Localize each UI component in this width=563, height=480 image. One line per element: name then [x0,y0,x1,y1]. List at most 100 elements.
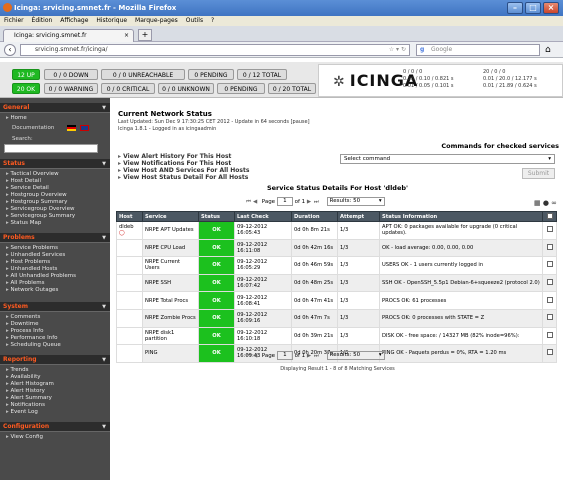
row-checkbox[interactable] [546,226,553,233]
row-checkbox[interactable] [546,331,553,338]
results-select[interactable]: Results: 50 [326,351,385,360]
services-pending-badge[interactable]: 0 PENDING [217,83,265,94]
prev-page-icon[interactable]: ◀ [253,351,260,361]
service-cell[interactable]: NRPE disk1 partition [142,326,199,346]
flag-de-icon[interactable] [67,125,76,131]
col-select-all[interactable] [542,211,557,222]
sidebar-item-servicegroup-overview[interactable]: Servicegroup Overview [6,206,75,213]
sidebar-item-unhandled-services[interactable]: Unhandled Services [6,252,66,259]
sidebar-section-system[interactable]: System ▼ [0,302,110,312]
sidebar-item-trends[interactable]: Trends [6,367,29,374]
service-cell[interactable]: PING [142,344,199,363]
maximize-button[interactable]: □ [525,2,541,14]
menu-view[interactable]: Affichage [60,17,88,24]
first-page-icon[interactable]: ⏮ [246,197,253,207]
service-cell[interactable]: NRPE SSH [142,273,199,293]
sidebar-item-downtime[interactable]: Downtime [6,321,39,328]
sidebar-section-reporting[interactable]: Reporting ▼ [0,355,110,365]
sidebar-item-service-detail[interactable]: Service Detail [6,185,49,192]
home-icon[interactable]: ⌂ [545,44,551,56]
col-service[interactable]: Service [142,211,199,222]
menu-tools[interactable]: Outils [186,17,203,24]
sidebar-section-configuration[interactable]: Configuration ▼ [0,422,110,432]
services-critical-badge[interactable]: 0 / 0 CRITICAL [101,83,155,94]
sidebar-item-availability[interactable]: Availability [6,374,41,381]
last-page-icon[interactable]: ⏭ [314,351,321,361]
services-unknown-badge[interactable]: 0 / 0 UNKNOWN [158,83,214,94]
search-bar[interactable]: g Google [416,44,540,56]
col-attempt[interactable]: Attempt [337,211,380,222]
sidebar-section-general[interactable]: General ▼ [0,103,110,113]
results-select[interactable]: Results: 50 [326,197,385,206]
sidebar-item-service-problems[interactable]: Service Problems [6,245,58,252]
link-alert-history[interactable]: View Alert History For This Host [118,153,231,160]
row-checkbox[interactable] [546,279,553,286]
menu-help[interactable]: ? [211,17,214,24]
sidebar-item-tactical[interactable]: Tactical Overview [6,171,59,178]
col-host[interactable]: Host [116,211,143,222]
back-button[interactable]: ‹ [4,44,16,56]
table-tool-icons[interactable]: ▦ ● ∞ [534,199,557,207]
sidebar-item-notifications[interactable]: Notifications [6,402,45,409]
services-total-badge[interactable]: 0 / 20 TOTAL [268,83,316,94]
menu-file[interactable]: Fichier [4,17,24,24]
next-page-icon[interactable]: ▶ [307,197,314,207]
sidebar-item-host-detail[interactable]: Host Detail [6,178,41,185]
sidebar-item-performance-info[interactable]: Performance Info [6,335,58,342]
sidebar-section-problems[interactable]: Problems ▼ [0,233,110,243]
select-all-checkbox[interactable] [546,212,553,219]
sidebar-item-all-problems[interactable]: All Problems [6,280,45,287]
submit-button[interactable]: Submit [522,168,555,179]
row-checkbox[interactable] [546,261,553,268]
last-page-icon[interactable]: ⏭ [314,197,321,207]
sidebar-item-status-map[interactable]: Status Map [6,220,42,227]
first-page-icon[interactable]: ⏮ [246,351,253,361]
sidebar-search-input[interactable] [4,144,98,153]
new-tab-button[interactable]: + [138,29,152,41]
flag-uk-icon[interactable] [80,125,89,131]
sidebar-section-status[interactable]: Status ▼ [0,159,110,169]
menu-history[interactable]: Historique [96,17,127,24]
sidebar-item-comments[interactable]: Comments [6,314,41,321]
url-bar[interactable]: srvicing.smnet.fr/icinga/ ☆ ▾ ↻ [20,44,410,56]
browser-tab[interactable]: Icinga: srvicing.smnet.fr × [3,29,134,42]
service-cell[interactable]: NRPE Zombie Procs [142,308,199,328]
sidebar-item-alert-summary[interactable]: Alert Summary [6,395,52,402]
service-cell[interactable]: NRPE Total Procs [142,291,199,310]
close-window-button[interactable]: × [543,2,559,14]
service-cell[interactable]: NRPE CPU Load [142,238,199,258]
col-status-information[interactable]: Status Information [379,211,543,222]
services-ok-badge[interactable]: 20 OK [12,83,40,94]
sidebar-item-hostgroup-summary[interactable]: Hostgroup Summary [6,199,68,206]
hosts-up-badge[interactable]: 12 UP [12,69,40,80]
row-checkbox[interactable] [546,243,553,250]
sidebar-item-process-info[interactable]: Process Info [6,328,44,335]
collapse-icon[interactable]: ▼ [102,103,106,113]
minimize-button[interactable]: – [507,2,523,14]
hosts-unreachable-badge[interactable]: 0 / 0 UNREACHABLE [101,69,185,80]
services-warning-badge[interactable]: 0 / 0 WARNING [44,83,98,94]
col-last-check[interactable]: Last Check [234,211,292,222]
hosts-total-badge[interactable]: 0 / 12 TOTAL [237,69,287,80]
col-status[interactable]: Status [198,211,235,222]
service-cell[interactable]: NRPE Current Users [142,256,199,275]
sidebar-item-host-problems[interactable]: Host Problems [6,259,51,266]
hosts-down-badge[interactable]: 0 / 0 DOWN [44,69,98,80]
row-checkbox[interactable] [546,349,553,356]
prev-page-icon[interactable]: ◀ [253,197,260,207]
reload-icon[interactable]: ☆ ▾ ↻ [389,45,406,55]
row-checkbox[interactable] [546,296,553,303]
sidebar-item-docs[interactable]: Documentation [12,125,54,131]
hosts-pending-badge[interactable]: 0 PENDING [188,69,234,80]
sidebar-item-hostgroup-overview[interactable]: Hostgroup Overview [6,192,67,199]
sidebar-item-network-outages[interactable]: Network Outages [6,287,59,294]
next-page-icon[interactable]: ▶ [307,351,314,361]
page-input[interactable]: 1 [276,351,293,360]
sidebar-item-view-config[interactable]: View Config [6,434,43,441]
service-cell[interactable]: NRPE APT Updates [142,221,199,240]
sidebar-item-event-log[interactable]: Event Log [6,409,38,416]
row-checkbox[interactable] [546,314,553,321]
sidebar-item-unhandled-hosts[interactable]: Unhandled Hosts [6,266,58,273]
sidebar-item-servicegroup-summary[interactable]: Servicegroup Summary [6,213,76,220]
sidebar-item-scheduling-queue[interactable]: Scheduling Queue [6,342,61,349]
